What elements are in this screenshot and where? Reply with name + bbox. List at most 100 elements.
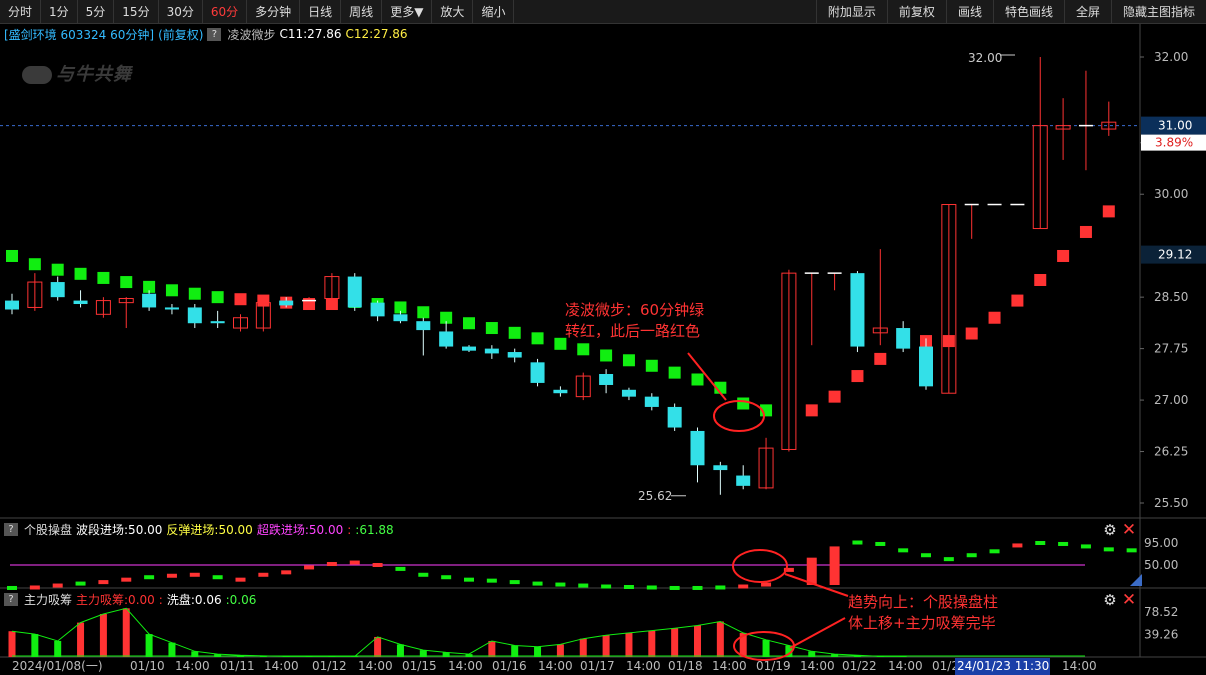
help-icon[interactable]: ? bbox=[4, 522, 18, 536]
ind2-bar bbox=[716, 621, 724, 657]
ind2-bar bbox=[602, 635, 610, 657]
ind1-bar bbox=[7, 585, 17, 590]
ind2-bar bbox=[694, 625, 701, 657]
low-label: 25.62 bbox=[638, 489, 672, 503]
indicator2-label-0: 主力吸筹:0.00 bbox=[76, 592, 155, 607]
candle-body bbox=[736, 475, 751, 486]
ind1-bar bbox=[646, 585, 657, 590]
ind1-bar bbox=[1012, 543, 1023, 548]
lbwb-step bbox=[531, 332, 544, 345]
lbwb-step bbox=[463, 317, 475, 330]
indicator2-label-1: : bbox=[158, 592, 163, 607]
candle-body bbox=[621, 389, 636, 397]
ind2-bar bbox=[145, 634, 153, 657]
ind2-bar bbox=[671, 628, 679, 657]
ind2-bar bbox=[31, 634, 39, 657]
ind1-bar bbox=[806, 557, 817, 585]
ind1-bar bbox=[441, 575, 452, 580]
time-tick: 01/10 bbox=[130, 659, 165, 673]
ind2-bar bbox=[77, 622, 85, 657]
gear-icon[interactable]: ⚙ bbox=[1102, 592, 1118, 608]
candle-body bbox=[370, 302, 385, 317]
candle-body bbox=[210, 321, 225, 324]
time-tick: 14:00 bbox=[538, 659, 573, 673]
ind1-bar bbox=[326, 562, 337, 567]
time-tick: 14:00 bbox=[626, 659, 661, 673]
lbwb-step bbox=[508, 326, 521, 339]
ind1-bar bbox=[29, 585, 40, 590]
annotation-1: 凌波微步：60分钟绿 转红，此后一路红色 bbox=[565, 300, 704, 342]
change-label: 3.89% bbox=[1155, 136, 1193, 150]
lbwb-step bbox=[211, 291, 224, 304]
ind2-bar bbox=[168, 642, 176, 657]
close-icon[interactable]: ✕ bbox=[1121, 592, 1137, 609]
lbwb-step bbox=[645, 359, 658, 372]
indicator1-label-0: 波段进场:50.00 bbox=[76, 522, 163, 537]
ind1-bar bbox=[555, 582, 566, 587]
ind2-tick: 78.52 bbox=[1144, 605, 1178, 619]
price-tick: 25.50 bbox=[1154, 496, 1188, 510]
candle-body bbox=[507, 352, 522, 358]
ind1-bar bbox=[692, 585, 703, 590]
lbwb-step bbox=[165, 284, 178, 297]
help-icon[interactable]: ? bbox=[4, 592, 18, 606]
ind1-bar bbox=[1103, 547, 1114, 552]
time-tick: 14:00 bbox=[1062, 659, 1097, 673]
ind1-tick: 95.00 bbox=[1144, 536, 1178, 550]
close-icon[interactable]: ✕ bbox=[1121, 522, 1137, 539]
cursor-time: 24/01/23 11:30 bbox=[957, 659, 1049, 673]
candle-body bbox=[279, 300, 294, 306]
candle-body bbox=[484, 348, 499, 354]
lbwb-step bbox=[805, 404, 818, 417]
time-tick: 01/22 bbox=[842, 659, 877, 673]
time-tick: 01/11 bbox=[220, 659, 255, 673]
ind1-bar bbox=[715, 585, 726, 590]
candle-body bbox=[142, 293, 157, 308]
candle-body bbox=[599, 374, 614, 385]
time-tick: 01/12 bbox=[312, 659, 347, 673]
ind1-bar bbox=[738, 584, 749, 589]
candle-body bbox=[896, 328, 911, 349]
annotation-1-line2: 转红，此后一路红色 bbox=[565, 322, 701, 340]
indicator1-label-1: 反弹进场:50.00 bbox=[166, 522, 253, 537]
candle-body bbox=[553, 389, 568, 394]
price-tick: 26.25 bbox=[1154, 445, 1188, 459]
ind1-bar bbox=[75, 581, 86, 586]
ind1-bar bbox=[144, 575, 155, 580]
ind1-bar bbox=[578, 583, 589, 588]
indicator2-label-2: 洗盘:0.06 bbox=[166, 592, 222, 607]
ind1-bar bbox=[623, 585, 634, 589]
current-price-label: 31.00 bbox=[1158, 119, 1192, 133]
indicator2-header: ? 主力吸筹 主力吸筹:0.00: 洗盘:0.06:0.06 bbox=[4, 591, 260, 607]
gear-icon[interactable]: ⚙ bbox=[1102, 522, 1118, 538]
ind1-bar bbox=[1080, 544, 1091, 549]
lbwb-step bbox=[874, 352, 887, 365]
indicator2-labels: 主力吸筹:0.00: 洗盘:0.06:0.06 bbox=[76, 591, 260, 608]
candle-body bbox=[919, 346, 933, 387]
lbwb-step bbox=[1057, 249, 1070, 262]
indicator1-label-3: : bbox=[347, 522, 352, 537]
ind2-bar bbox=[648, 630, 656, 657]
indicator2-name[interactable]: 主力吸筹 bbox=[24, 591, 72, 608]
time-tick: 01/17 bbox=[580, 659, 615, 673]
high-label: 32.00 bbox=[968, 51, 1002, 65]
ind2-bar bbox=[396, 644, 404, 657]
ind1-bar bbox=[852, 540, 863, 545]
lbwb-step bbox=[120, 276, 133, 289]
ind1-bar bbox=[669, 585, 680, 590]
time-tick: 01/2 bbox=[932, 659, 959, 673]
price-tick: 32.00 bbox=[1154, 50, 1188, 64]
indicator1-name[interactable]: 个股操盘 bbox=[24, 521, 72, 538]
lbwb-step bbox=[74, 267, 87, 280]
candle-body bbox=[850, 273, 865, 347]
annotation-arrow bbox=[789, 617, 846, 649]
ind1-bar bbox=[281, 570, 292, 575]
lbwb-step bbox=[828, 390, 841, 403]
ind2-tick: 39.26 bbox=[1144, 628, 1178, 642]
ind1-tick: 50.00 bbox=[1144, 558, 1178, 572]
ind1-bar bbox=[989, 549, 1000, 554]
time-tick: 14:00 bbox=[800, 659, 835, 673]
price-tick: 29.12 bbox=[1158, 248, 1192, 262]
annotation-2-line2: 体上移+主力吸筹完毕 bbox=[848, 614, 996, 632]
candle-body bbox=[347, 276, 362, 308]
